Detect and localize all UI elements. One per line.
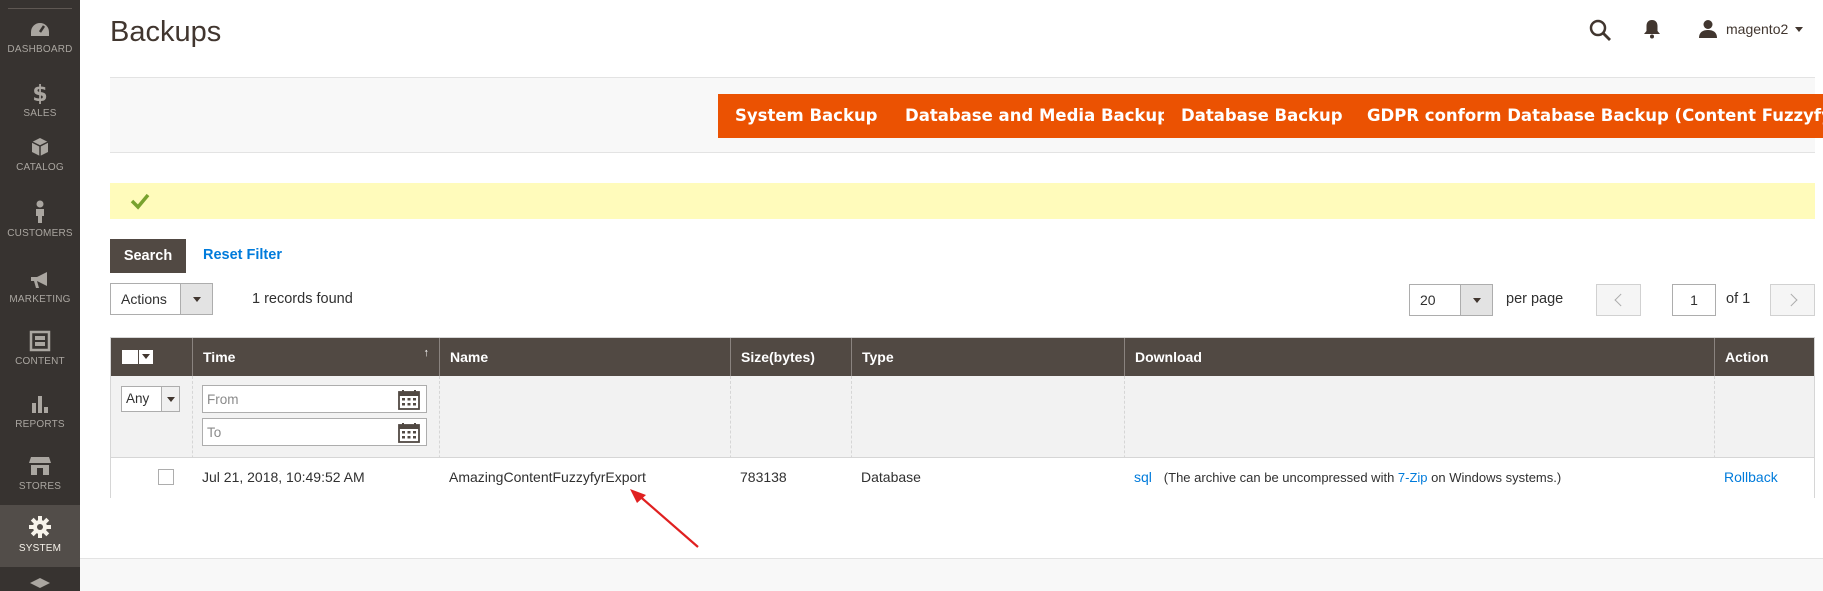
mass-select-header [111, 338, 192, 376]
search-button[interactable]: Search [110, 239, 186, 273]
mass-filter-value: Any [126, 391, 150, 406]
sidebar-item-more[interactable] [0, 578, 80, 591]
layout-icon [29, 330, 51, 352]
bell-icon [1644, 20, 1660, 39]
per-page-value: 20 [1420, 292, 1436, 308]
reset-filter-link[interactable]: Reset Filter [203, 247, 282, 263]
column-action: Action [1714, 338, 1814, 376]
notifications-button[interactable] [1643, 19, 1661, 44]
chevron-down-icon [180, 284, 212, 314]
logo-divider [8, 8, 72, 9]
admin-sidebar: DASHBOARD $ SALES CATALOG CUSTOMERS MARK… [0, 0, 80, 591]
download-note-start: (The archive can be uncompressed with [1163, 470, 1398, 485]
per-page-select[interactable]: 20 [1409, 284, 1493, 316]
user-name: magento2 [1726, 21, 1789, 37]
column-size[interactable]: Size(bytes) [730, 338, 851, 376]
megaphone-icon [31, 272, 47, 288]
search-icon [1589, 19, 1611, 41]
time-to-input[interactable]: To [202, 418, 427, 446]
chevron-down-icon [161, 387, 179, 411]
chevron-down-icon [139, 350, 153, 364]
annotation-arrow [630, 489, 699, 548]
row-select-checkbox[interactable] [158, 469, 174, 485]
download-sql-link[interactable]: sql [1134, 469, 1152, 485]
sidebar-item-dashboard[interactable]: DASHBOARD [0, 20, 80, 82]
sidebar-item-label: STORES [18, 481, 62, 492]
7zip-link[interactable]: 7-Zip [1398, 470, 1428, 485]
dashboard-icon [31, 23, 49, 36]
database-backup-button[interactable]: Database Backup [1164, 94, 1360, 138]
time-to-placeholder: To [207, 425, 222, 440]
sidebar-item-label: CONTENT [15, 356, 65, 367]
page-actions-bar: System Backup Database and Media Backup … [110, 77, 1823, 153]
sort-ascending-icon: ↑ [423, 347, 430, 359]
system-backup-button[interactable]: System Backup [718, 94, 895, 138]
mass-filter-select[interactable]: Any [121, 386, 180, 412]
page-title: Backups [110, 16, 222, 48]
dollar-icon: $ [32, 82, 47, 104]
sidebar-item-label: CATALOG [16, 162, 64, 173]
page-number-input[interactable]: 1 [1672, 284, 1716, 316]
download-note-end: on Windows systems.) [1427, 470, 1562, 485]
page-total: of 1 [1726, 291, 1751, 307]
sidebar-item-label: DASHBOARD [7, 44, 73, 55]
backups-grid: Time ↑ Name Size(bytes) Type Download Ac… [110, 337, 1815, 498]
chevron-down-icon [1795, 26, 1804, 32]
gdpr-backup-button[interactable]: GDPR conform Database Backup (Content Fu… [1350, 94, 1823, 138]
mass-actions-value: Actions [121, 291, 167, 307]
stack-icon [30, 578, 50, 588]
mass-select-checkbox[interactable] [122, 350, 154, 366]
grid-header: Time ↑ Name Size(bytes) Type Download Ac… [111, 338, 1814, 376]
time-from-input[interactable]: From [202, 385, 427, 413]
sidebar-item-marketing[interactable]: MARKETING [0, 270, 80, 332]
page-footer [80, 558, 1823, 591]
sidebar-item-customers[interactable]: CUSTOMERS [0, 200, 80, 262]
column-name[interactable]: Name [439, 338, 730, 376]
column-time-label: Time [203, 349, 236, 365]
database-media-backup-button[interactable]: Database and Media Backup [888, 94, 1186, 138]
previous-page-button[interactable] [1596, 284, 1641, 316]
gear-icon [29, 516, 51, 538]
column-time[interactable]: Time ↑ [192, 338, 439, 376]
column-type[interactable]: Type [851, 338, 1124, 376]
person-icon [36, 200, 44, 223]
row-name: AmazingContentFuzzyfyrExport [449, 469, 646, 485]
global-search-button[interactable] [1588, 18, 1612, 47]
time-from-placeholder: From [207, 392, 239, 407]
sidebar-item-label: SYSTEM [18, 543, 62, 554]
per-page-label: per page [1506, 291, 1564, 307]
chevron-down-icon [1460, 285, 1492, 315]
sidebar-item-catalog[interactable]: CATALOG [0, 136, 80, 198]
grid-filter-row: Any From To [111, 376, 1814, 458]
success-message [110, 183, 1815, 219]
checkmark-icon [130, 193, 150, 210]
next-page-button[interactable] [1770, 284, 1815, 316]
sidebar-item-sales[interactable]: $ SALES [0, 82, 80, 144]
svg-text:$: $ [32, 82, 47, 104]
column-download: Download [1124, 338, 1714, 376]
row-download: sql (The archive can be uncompressed wit… [1134, 469, 1561, 485]
calendar-icon[interactable] [398, 422, 420, 443]
sidebar-item-content[interactable]: CONTENT [0, 330, 80, 392]
box-icon [31, 138, 49, 156]
sidebar-item-label: MARKETING [9, 294, 71, 305]
rollback-link[interactable]: Rollback [1724, 469, 1778, 485]
sidebar-item-label: REPORTS [15, 419, 65, 430]
store-icon [29, 457, 51, 475]
download-note: (The archive can be uncompressed with 7-… [1164, 470, 1561, 485]
mass-actions-select[interactable]: Actions [110, 283, 213, 315]
sidebar-item-label: CUSTOMERS [7, 228, 73, 239]
sidebar-item-reports[interactable]: REPORTS [0, 393, 80, 455]
row-time: Jul 21, 2018, 10:49:52 AM [202, 469, 365, 485]
user-menu[interactable]: magento2 [1698, 19, 1804, 39]
sidebar-item-system[interactable]: SYSTEM [0, 505, 80, 567]
records-found: 1 records found [252, 291, 353, 307]
sidebar-item-label: SALES [23, 108, 57, 119]
bar-chart-icon [32, 396, 48, 413]
user-icon [1699, 20, 1717, 38]
checkbox-box [122, 350, 138, 364]
row-size: 783138 [740, 469, 787, 485]
row-type: Database [861, 469, 921, 485]
calendar-icon[interactable] [398, 389, 420, 410]
